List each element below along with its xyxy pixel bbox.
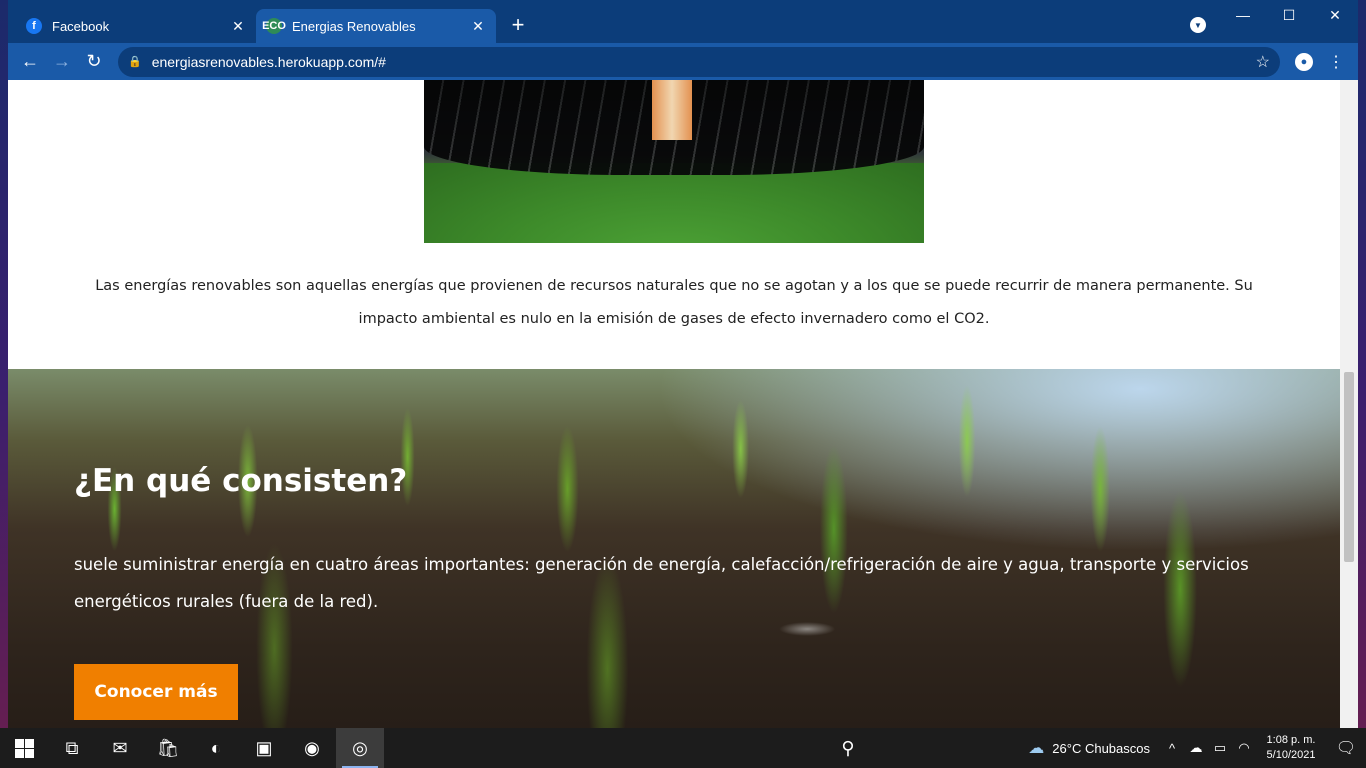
profile-button[interactable]: ● <box>1290 48 1318 76</box>
address-bar[interactable]: 🔒 energiasrenovables.herokuapp.com/# ☆ <box>118 46 1280 77</box>
menu-kebab-icon[interactable]: ⋮ <box>1322 48 1350 76</box>
system-tray: ☁ 26°C Chubascos ^ ☁ ▭ ◠ 1:08 p. m. 5/10… <box>1018 728 1366 768</box>
onedrive-icon[interactable]: ☁ <box>1184 740 1208 756</box>
forward-button[interactable]: → <box>48 48 76 76</box>
lock-icon[interactable]: 🔒 <box>128 55 142 68</box>
maximize-button[interactable]: ☐ <box>1266 0 1312 30</box>
weather-widget[interactable]: ☁ 26°C Chubascos <box>1018 738 1160 758</box>
close-tab-icon[interactable]: ✕ <box>230 18 246 34</box>
close-tab-icon[interactable]: ✕ <box>470 18 486 34</box>
new-tab-button[interactable]: + <box>504 11 532 39</box>
eco-leaf-icon: ECO <box>262 18 286 34</box>
clock-time: 1:08 p. m. <box>1266 734 1316 746</box>
tab-energias-renovables[interactable]: ECO Energias Renovables ✕ <box>256 9 496 43</box>
url-text[interactable]: energiasrenovables.herokuapp.com/# <box>152 54 1256 70</box>
clock-date: 5/10/2021 <box>1266 749 1316 761</box>
weather-text: 26°C Chubascos <box>1052 740 1150 756</box>
solar-panels-image <box>424 80 924 243</box>
page-scrollbar[interactable] <box>1340 80 1358 728</box>
facebook-icon: f <box>26 18 42 34</box>
browser-window: f Facebook ✕ ECO Energias Renovables ✕ +… <box>8 0 1358 728</box>
back-button[interactable]: ← <box>16 48 44 76</box>
wifi-icon[interactable]: ◠ <box>1232 740 1256 756</box>
people-icon[interactable]: ⚲ <box>824 728 872 768</box>
tab-search-dropdown-icon[interactable]: ▼ <box>1190 17 1206 33</box>
start-button[interactable] <box>0 728 48 768</box>
notification-icon[interactable]: 🗨 <box>1326 738 1366 758</box>
office-icon[interactable]: ▣ <box>240 728 288 768</box>
window-controls: — ☐ ✕ <box>1220 0 1358 30</box>
hero-description: suele suministrar energía en cuatro área… <box>74 555 1249 611</box>
avatar-icon: ● <box>1295 52 1313 71</box>
task-view-icon[interactable]: ⧉ <box>48 728 96 768</box>
chrome-icon[interactable]: ◉ <box>288 728 336 768</box>
intro-paragraph: Las energías renovables son aquellas ene… <box>95 278 1253 327</box>
chrome-profile-icon[interactable]: ◎ <box>336 728 384 768</box>
minimize-button[interactable]: — <box>1220 0 1266 30</box>
windows-logo-icon <box>14 738 34 758</box>
conocer-mas-button[interactable]: Conocer más <box>74 664 238 720</box>
battery-icon[interactable]: ▭ <box>1208 740 1232 756</box>
scrollbar-thumb[interactable] <box>1344 372 1354 562</box>
hero-section: ¿En qué consisten? suele suministrar ene… <box>8 369 1340 728</box>
tab-strip: f Facebook ✕ ECO Energias Renovables ✕ +… <box>8 0 1358 43</box>
mail-icon[interactable]: ✉ <box>96 728 144 768</box>
reload-button[interactable]: ↻ <box>80 48 108 76</box>
windows-taskbar: ⧉ ✉ 🛍 ◐ ▣ ◉ ◎ ⚲ ☁ 26°C Chubascos ^ ☁ ▭ ◠… <box>0 728 1366 768</box>
browser-toolbar: ← → ↻ 🔒 energiasrenovables.herokuapp.com… <box>8 43 1358 80</box>
hero-title: ¿En qué consisten? <box>74 463 408 499</box>
tab-title: Energias Renovables <box>292 18 416 34</box>
tab-title: Facebook <box>52 18 110 34</box>
page-viewport: Las energías renovables son aquellas ene… <box>8 80 1340 728</box>
weather-cloud-icon: ☁ <box>1028 740 1045 757</box>
chevron-up-icon[interactable]: ^ <box>1160 741 1184 756</box>
edge-icon[interactable]: ◐ <box>192 728 240 768</box>
bookmark-star-icon[interactable]: ☆ <box>1256 52 1270 72</box>
store-icon[interactable]: 🛍 <box>144 728 192 768</box>
tab-facebook[interactable]: f Facebook ✕ <box>16 9 256 43</box>
clock[interactable]: 1:08 p. m. 5/10/2021 <box>1256 733 1326 763</box>
close-window-button[interactable]: ✕ <box>1312 0 1358 30</box>
